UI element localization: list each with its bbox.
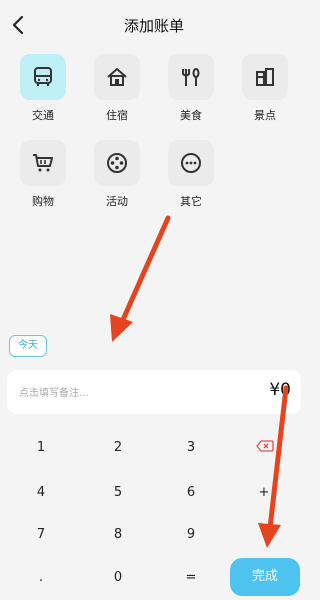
category-activities[interactable]: 活动 [92, 140, 142, 209]
fork-spoon-icon [168, 54, 214, 100]
category-label: 美食 [180, 109, 202, 122]
category-label: 交通 [32, 109, 54, 122]
bus-icon [20, 54, 66, 100]
key-5[interactable]: 5 [98, 485, 138, 500]
category-label: 其它 [180, 195, 202, 208]
key-9[interactable]: 9 [171, 527, 211, 542]
note-placeholder[interactable]: 点击填写备注... [19, 384, 89, 399]
category-label: 购物 [32, 195, 54, 208]
page-title: 添加账单 [123, 17, 184, 35]
more-dots-icon [168, 140, 214, 186]
key-4[interactable]: 4 [21, 485, 61, 500]
category-label: 住宿 [106, 109, 128, 122]
done-button[interactable]: 完成 [230, 558, 300, 596]
key-plus[interactable]: + [244, 485, 284, 500]
key-minus[interactable]: - [244, 527, 284, 542]
category-label: 景点 [254, 109, 276, 122]
key-0[interactable]: 0 [98, 570, 138, 585]
header: 添加账单 [0, 0, 308, 52]
key-7[interactable]: 7 [21, 527, 61, 542]
shopping-cart-icon [20, 140, 66, 186]
amount-display: ¥0 [269, 380, 291, 400]
house-icon [94, 54, 140, 100]
key-3[interactable]: 3 [171, 440, 211, 455]
date-chip-today[interactable]: 今天 [9, 335, 47, 357]
film-reel-icon [94, 140, 140, 186]
key-8[interactable]: 8 [98, 527, 138, 542]
category-transport[interactable]: 交通 [18, 54, 68, 123]
backspace-key[interactable] [245, 440, 285, 456]
key-dot[interactable]: . [21, 570, 61, 585]
category-other[interactable]: 其它 [166, 140, 216, 209]
category-lodging[interactable]: 住宿 [92, 54, 142, 123]
key-equals[interactable]: = [171, 570, 211, 585]
arrow-to-note-field [119, 215, 171, 325]
category-label: 活动 [106, 195, 128, 208]
key-2[interactable]: 2 [98, 440, 138, 455]
key-1[interactable]: 1 [21, 440, 61, 455]
category-food[interactable]: 美食 [166, 54, 216, 123]
key-6[interactable]: 6 [171, 485, 211, 500]
category-shopping[interactable]: 购物 [18, 140, 68, 209]
backspace-icon [256, 440, 274, 452]
arrow-head-note [110, 314, 133, 342]
note-amount-bar[interactable]: 点击填写备注... ¥0 [7, 370, 301, 414]
scenery-icon [242, 54, 288, 100]
category-attractions[interactable]: 景点 [240, 54, 290, 123]
